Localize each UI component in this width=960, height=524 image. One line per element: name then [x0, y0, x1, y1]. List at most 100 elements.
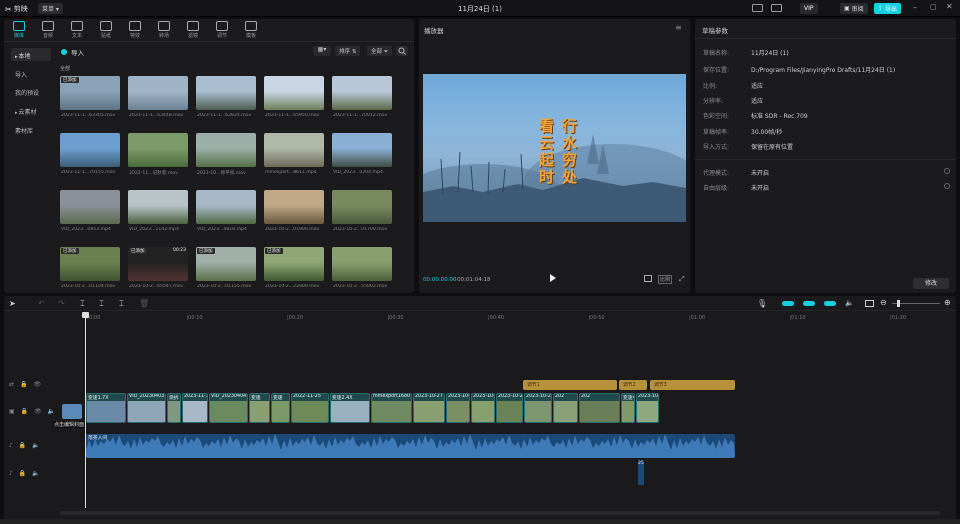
mute-icon[interactable]: 🔈	[48, 408, 55, 415]
video-clip[interactable]: 变速4.5X	[621, 393, 635, 423]
lock-icon[interactable]: 🔒	[20, 381, 27, 388]
modify-button[interactable]: 修改	[913, 278, 949, 289]
lock-icon[interactable]: 🔒	[19, 442, 26, 449]
close-icon[interactable]: ✕	[946, 2, 953, 11]
tab-sticker[interactable]: 贴纸	[93, 20, 119, 39]
video-clip[interactable]: 2023-10-27	[413, 393, 445, 423]
eye-icon[interactable]: 👁	[34, 381, 42, 388]
zoom-out-icon[interactable]: ⊖	[880, 298, 887, 307]
preview-axis-icon[interactable]	[865, 300, 874, 307]
info-icon[interactable]	[944, 168, 950, 174]
video-clip[interactable]: 202	[553, 393, 578, 423]
delete-icon[interactable]: 🗑	[139, 299, 149, 308]
media-thumbnail[interactable]	[332, 76, 392, 110]
split-icon[interactable]: ⌶	[80, 299, 85, 309]
media-thumbnail[interactable]	[196, 133, 256, 167]
review-button[interactable]: ▣ 审阅	[840, 3, 868, 14]
media-thumbnail[interactable]	[128, 76, 188, 110]
video-clip[interactable]: 2023-10-27 10	[524, 393, 552, 423]
media-thumbnail[interactable]	[332, 133, 392, 167]
tab-adjust[interactable]: 调节	[209, 20, 235, 39]
zoom-in-icon[interactable]: ⊕	[944, 298, 951, 307]
redo-icon[interactable]: ↷	[58, 299, 65, 308]
playhead-handle[interactable]	[82, 312, 89, 318]
filter-button[interactable]: 全部 ⏷	[367, 46, 393, 56]
sidebar-item[interactable]: 素材库	[11, 123, 51, 136]
export-button[interactable]: ⇪ 导出	[874, 3, 902, 14]
video-clip[interactable]: mmexport1680	[371, 393, 412, 423]
split-right-icon[interactable]: ⌶	[119, 299, 124, 309]
video-clip[interactable]: VID_20230404	[209, 393, 248, 423]
split-left-icon[interactable]: ⌶	[99, 299, 104, 309]
mic-icon[interactable]: 🎙	[757, 299, 767, 308]
link-main-icon[interactable]	[782, 301, 794, 306]
sort-button[interactable]: 排序 ⇅	[335, 46, 361, 56]
tab-filter[interactable]: 滤镜	[180, 20, 206, 39]
media-thumbnail[interactable]: 已添加	[264, 247, 324, 281]
playhead[interactable]	[85, 312, 86, 508]
lock-icon[interactable]: 🔒	[19, 470, 26, 477]
horizontal-scrollbar[interactable]	[60, 511, 940, 515]
overlay-text-left[interactable]: 看云起时	[536, 118, 557, 186]
sidebar-item[interactable]: ▸本地	[11, 48, 51, 61]
tab-effects[interactable]: 特效	[122, 20, 148, 39]
video-clip[interactable]: 变速1.7X	[86, 393, 126, 423]
media-thumbnail[interactable]	[60, 133, 120, 167]
sidebar-item[interactable]: 导入	[11, 67, 51, 80]
adjust-clip[interactable]: 调节3	[650, 380, 735, 390]
mute-icon[interactable]: 🔈	[32, 470, 39, 477]
media-thumbnail[interactable]: 已添加	[60, 247, 120, 281]
import-button[interactable]: 导入	[61, 47, 84, 57]
select-tool-icon[interactable]: ➤	[9, 299, 16, 308]
mute-icon[interactable]: 🔈	[32, 442, 39, 449]
overlay-text-right[interactable]: 行水穷处	[559, 118, 580, 186]
play-icon[interactable]	[550, 274, 556, 282]
media-thumbnail[interactable]	[264, 133, 324, 167]
tab-audio[interactable]: 音频	[35, 20, 61, 39]
lock-icon[interactable]: 🔒	[21, 408, 28, 415]
view-toggle-button[interactable]: ▦▾	[313, 46, 331, 56]
media-thumbnail[interactable]	[60, 190, 120, 224]
media-thumbnail[interactable]	[128, 190, 188, 224]
video-clip[interactable]: 烧拆	[167, 393, 181, 423]
keyboard-icon[interactable]	[771, 4, 782, 12]
search-button[interactable]	[396, 46, 408, 56]
link-preview-icon[interactable]	[803, 301, 815, 306]
media-thumbnail[interactable]	[128, 133, 188, 167]
media-thumbnail[interactable]: 已添加	[60, 76, 120, 110]
video-clip[interactable]: 变速2.4X	[330, 393, 370, 423]
media-thumbnail[interactable]	[332, 190, 392, 224]
minimize-icon[interactable]: –	[913, 3, 917, 12]
fullscreen-fit-icon[interactable]	[644, 275, 652, 282]
undo-icon[interactable]: ↶	[38, 299, 45, 308]
audio-clip[interactable]: 落英人间	[86, 434, 735, 458]
sidebar-item[interactable]: 我的预设	[11, 85, 51, 98]
media-thumbnail[interactable]: 已添加 00:23	[128, 247, 188, 281]
tab-media[interactable]: 媒体	[6, 20, 32, 39]
tab-text[interactable]: 文本	[64, 20, 90, 39]
media-thumbnail[interactable]	[264, 190, 324, 224]
media-thumbnail[interactable]	[196, 190, 256, 224]
link-audio-icon[interactable]	[824, 301, 836, 306]
video-clip[interactable]: 2023-10-2	[496, 393, 523, 423]
sidebar-item[interactable]: ▸云素材	[11, 104, 51, 117]
video-clip[interactable]: 变速	[271, 393, 290, 423]
video-clip[interactable]: 2023-11-1	[182, 393, 208, 423]
media-thumbnail[interactable]	[196, 76, 256, 110]
video-preview[interactable]: 行水穷处 看云起时	[423, 74, 686, 222]
video-clip[interactable]: 2022-11-25	[291, 393, 329, 423]
eye-icon[interactable]: 👁	[34, 408, 42, 415]
media-thumbnail[interactable]	[264, 76, 324, 110]
cover-thumbnail[interactable]	[62, 404, 82, 419]
video-clip[interactable]: 2023-10-27 10	[636, 393, 659, 423]
video-clip[interactable]: 变速	[249, 393, 270, 423]
video-clip[interactable]: 202	[579, 393, 620, 423]
media-thumbnail[interactable]	[332, 247, 392, 281]
media-thumbnail[interactable]: 已添加	[196, 247, 256, 281]
video-clip[interactable]: VID_20230403	[127, 393, 166, 423]
tab-template[interactable]: 模板	[238, 20, 264, 39]
layout-icon[interactable]	[752, 4, 763, 12]
adjust-clip[interactable]: 调节2	[619, 380, 647, 390]
player-menu-icon[interactable]: ≡	[675, 23, 682, 32]
adjust-clip[interactable]: 调节1	[523, 380, 617, 390]
